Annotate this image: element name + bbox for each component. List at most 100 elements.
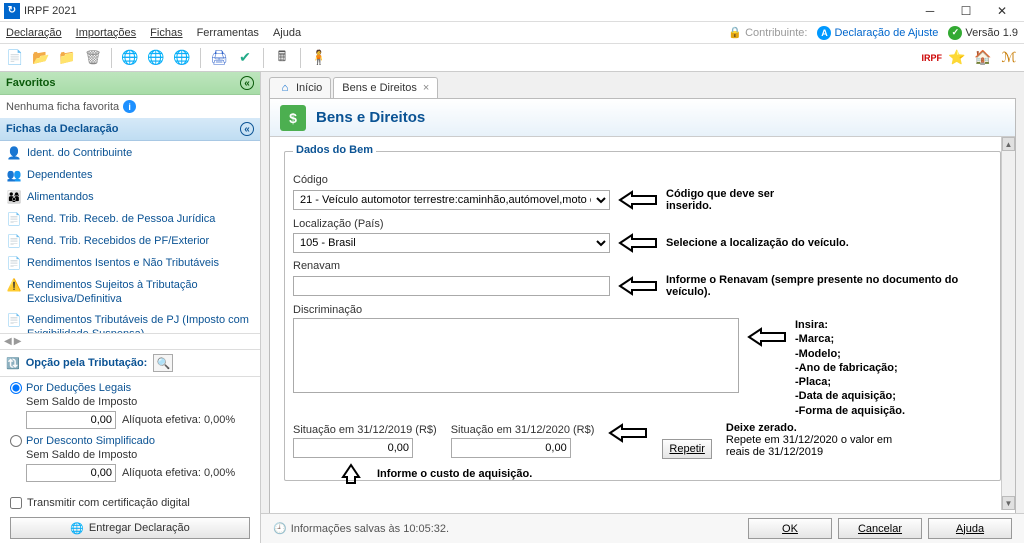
app-icon: ↻ <box>4 3 20 19</box>
open-icon[interactable]: 📂 <box>30 47 52 69</box>
opt-deducoes-label: Por Deduções Legais <box>26 382 131 394</box>
status-text: 🕘Informações salvas às 10:05:32. <box>273 522 449 535</box>
arrow-left-icon <box>618 275 658 297</box>
sit2019-input[interactable] <box>293 438 413 458</box>
versao-label: ✓Versão 1.9 <box>948 26 1018 40</box>
irpf-icon[interactable]: IRPF <box>921 47 942 69</box>
section-title: Dados do Bem <box>293 144 376 156</box>
scroll-down-icon[interactable]: ▼ <box>1002 496 1015 510</box>
search-button[interactable]: 🔍 <box>153 354 173 372</box>
local-label: Localização (País) <box>293 218 992 230</box>
person-icon[interactable]: 🧍 <box>308 47 330 69</box>
home-icon[interactable]: 🏠 <box>972 47 994 69</box>
calc-icon[interactable]: 🖩 <box>271 47 293 69</box>
people-icon: 👥 <box>6 168 22 184</box>
local-select[interactable]: 105 - Brasil <box>293 233 610 253</box>
radio-simplificado[interactable] <box>10 435 22 447</box>
sidebar-item-rend-trib-pj[interactable]: 📄Rendimentos Tributáveis de PJ (Imposto … <box>0 310 260 333</box>
renavam-label: Renavam <box>293 260 992 272</box>
menubar: Declaração Importações Fichas Ferramenta… <box>0 22 1024 44</box>
doc-icon: 📄 <box>6 256 22 272</box>
toolbar: 📄 📂 📁 🗑 🌐 🌐 🌐 🖨 ✔ 🖩 🧍 IRPF ⭐ 🏠 ℳ <box>0 44 1024 72</box>
cancelar-button[interactable]: Cancelar <box>838 518 922 539</box>
sidebar: Favoritos « Nenhuma ficha favorita i Fic… <box>0 72 261 543</box>
favoritos-body: Nenhuma ficha favorita i <box>0 95 260 118</box>
minimize-button[interactable]: ─ <box>912 1 948 21</box>
annot-local: Selecione a localização do veículo. <box>666 237 849 249</box>
arrow-left-icon <box>618 232 658 254</box>
aliq-simplificado: Alíquota efetiva: 0,00% <box>122 467 235 479</box>
menu-declaracao[interactable]: Declaração <box>6 27 62 39</box>
close-doc-icon[interactable]: 📁 <box>56 47 78 69</box>
sidebar-item-ident[interactable]: 👤Ident. do Contribuinte <box>0 143 260 165</box>
sit2019-label: Situação em 31/12/2019 (R$) <box>293 424 437 436</box>
opt-simplificado-label: Por Desconto Simplificado <box>26 435 155 447</box>
globe1-icon[interactable]: 🌐 <box>119 47 141 69</box>
annot-codigo: Código que deve ser inserido. <box>666 188 796 212</box>
sub-simplificado: Sem Saldo de Imposto <box>26 449 250 461</box>
refresh-icon: 🔃 <box>6 357 20 370</box>
close-icon[interactable]: × <box>423 82 429 94</box>
footer: 🕘Informações salvas às 10:05:32. OK Canc… <box>261 513 1024 543</box>
maximize-button[interactable]: ☐ <box>948 1 984 21</box>
close-button[interactable]: ✕ <box>984 1 1020 21</box>
person-icon: 👤 <box>6 146 22 162</box>
tab-inicio[interactable]: ⌂Início <box>269 77 331 98</box>
print-icon[interactable]: 🖨 <box>208 47 230 69</box>
val-deducoes-input[interactable] <box>26 411 116 429</box>
scrollbar[interactable]: ▲ ▼ <box>1001 137 1015 510</box>
val-simplificado-input[interactable] <box>26 464 116 482</box>
window-title: IRPF 2021 <box>24 5 77 17</box>
aliq-deducoes: Alíquota efetiva: 0,00% <box>122 414 235 426</box>
annot-zerado-repete: Deixe zerado. Repete em 31/12/2020 o val… <box>726 422 906 458</box>
menu-ajuda[interactable]: Ajuda <box>273 27 301 39</box>
transmitir-row: Transmitir com certificação digital <box>0 493 260 513</box>
sidebar-item-rend-pj[interactable]: 📄Rend. Trib. Receb. de Pessoa Jurídica <box>0 209 260 231</box>
radio-deducoes[interactable] <box>10 382 22 394</box>
tab-bens[interactable]: Bens e Direitos× <box>333 77 438 98</box>
favoritos-header[interactable]: Favoritos « <box>0 72 260 95</box>
star-icon[interactable]: ⭐ <box>946 47 968 69</box>
arrow-left-icon <box>618 189 658 211</box>
main-area: Favoritos « Nenhuma ficha favorita i Fic… <box>0 72 1024 543</box>
menu-importacoes[interactable]: Importações <box>76 27 137 39</box>
sidebar-item-alimentandos[interactable]: 👨‍👩‍👦Alimentandos <box>0 187 260 209</box>
check-icon[interactable]: ✔ <box>234 47 256 69</box>
globe3-icon[interactable]: 🌐 <box>171 47 193 69</box>
sidebar-item-rend-pf[interactable]: 📄Rend. Trib. Recebidos de PF/Exterior <box>0 231 260 253</box>
form-area: Dados do Bem Código 21 - Veículo automot… <box>270 137 1015 542</box>
contribuinte-label: 🔒Contribuinte: <box>728 26 807 39</box>
declaracao-ajuste-label: ADeclaração de Ajuste <box>817 26 938 40</box>
page-title: Bens e Direitos <box>316 109 425 126</box>
repetir-button[interactable]: Repetir <box>662 439 711 459</box>
fichas-header[interactable]: Fichas da Declaração « <box>0 118 260 141</box>
nav-arrows[interactable]: ◀▶ <box>0 333 260 350</box>
discrim-textarea[interactable] <box>293 318 739 393</box>
ajuda-button[interactable]: Ajuda <box>928 518 1012 539</box>
misc-icon[interactable]: ℳ <box>998 47 1020 69</box>
doc-icon: 📄 <box>6 234 22 250</box>
sidebar-item-isentos[interactable]: 📄Rendimentos Isentos e Não Tributáveis <box>0 253 260 275</box>
entregar-button[interactable]: 🌐Entregar Declaração <box>10 517 250 539</box>
chevron-up-icon[interactable]: « <box>240 76 254 90</box>
sit2020-input[interactable] <box>451 438 571 458</box>
sidebar-item-trib-exclusiva[interactable]: ⚠️Rendimentos Sujeitos à Tributação Excl… <box>0 275 260 310</box>
scroll-up-icon[interactable]: ▲ <box>1002 137 1015 151</box>
ok-button[interactable]: OK <box>748 518 832 539</box>
tabs: ⌂Início Bens e Direitos× <box>261 72 1024 98</box>
content-area: ⌂Início Bens e Direitos× $ Bens e Direit… <box>261 72 1024 543</box>
renavam-input[interactable] <box>293 276 610 296</box>
ficha-list: 👤Ident. do Contribuinte 👥Dependentes 👨‍👩… <box>0 141 260 333</box>
menu-ferramentas[interactable]: Ferramentas <box>197 27 259 39</box>
page-header: $ Bens e Direitos <box>270 99 1015 137</box>
trash-icon[interactable]: 🗑 <box>82 47 104 69</box>
new-icon[interactable]: 📄 <box>4 47 26 69</box>
transmitir-checkbox[interactable] <box>10 497 22 509</box>
codigo-select[interactable]: 21 - Veículo automotor terrestre:caminhã… <box>293 190 610 210</box>
info-icon[interactable]: i <box>123 100 136 113</box>
sidebar-item-dependentes[interactable]: 👥Dependentes <box>0 165 260 187</box>
chevron-up-icon[interactable]: « <box>240 122 254 136</box>
codigo-label: Código <box>293 174 992 186</box>
menu-fichas[interactable]: Fichas <box>150 27 182 39</box>
globe2-icon[interactable]: 🌐 <box>145 47 167 69</box>
